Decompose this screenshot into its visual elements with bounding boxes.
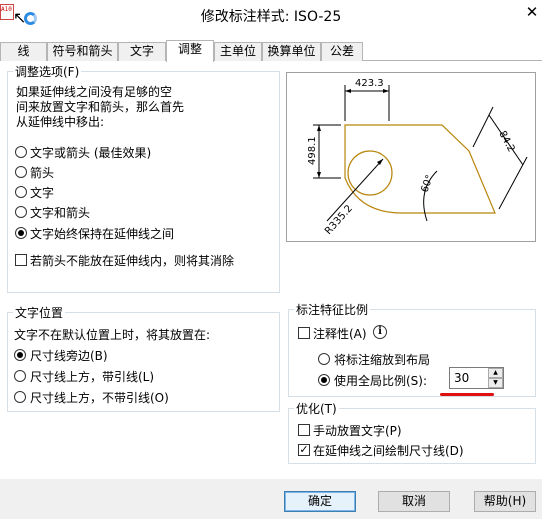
fit-options-title: 调整选项(F) bbox=[13, 63, 82, 80]
radio-keep-text-between[interactable] bbox=[15, 227, 27, 239]
window-title: 修改标注样式: ISO-25 bbox=[200, 9, 342, 25]
radio-text-and-arrows[interactable] bbox=[15, 206, 27, 218]
radio-scale-to-layout-label[interactable]: 将标注缩放到布局 bbox=[334, 351, 430, 368]
text-placement-description: 文字不在默认位置上时，将其放置在: bbox=[14, 328, 211, 342]
radio-over-without-leader[interactable] bbox=[14, 391, 26, 403]
preview-drawing: 423.3 498.1 84.2 60° R335.2 bbox=[307, 78, 528, 237]
preview-arrow-1 bbox=[345, 89, 351, 93]
draw-dim-line-checkbox[interactable]: ✓ bbox=[298, 444, 310, 456]
title-bar: A10 ↖ 修改标注样式: ISO-25 ✕ bbox=[0, 0, 542, 32]
radio-over-with-leader-label[interactable]: 尺寸线上方，带引线(L) bbox=[30, 368, 154, 385]
preview-dim-left-label: 498.1 bbox=[307, 136, 318, 165]
preview-leader-line bbox=[326, 158, 384, 222]
radio-text-and-arrows-label[interactable]: 文字和箭头 bbox=[30, 204, 90, 221]
dimension-preview: 423.3 498.1 84.2 60° R335.2 bbox=[286, 72, 536, 242]
info-icon[interactable]: i bbox=[373, 325, 387, 339]
radio-beside-dim-line[interactable] bbox=[14, 349, 26, 361]
tab-strip: 线 符号和箭头 文字 调整 主单位 换算单位 公差 bbox=[0, 40, 542, 62]
close-icon[interactable]: ✕ bbox=[522, 2, 542, 22]
tab-fit[interactable]: 调整 bbox=[166, 40, 214, 62]
annotative-checkbox[interactable] bbox=[298, 327, 310, 339]
tab-symbols-arrows[interactable]: 符号和箭头 bbox=[47, 42, 118, 61]
preview-arrow-3 bbox=[317, 125, 321, 131]
tab-lines[interactable]: 线 bbox=[0, 42, 47, 61]
preview-arrow-2 bbox=[383, 89, 389, 93]
preview-arrow-4 bbox=[317, 172, 321, 178]
red-underline-annotation bbox=[440, 393, 494, 396]
manual-text-label[interactable]: 手动放置文字(P) bbox=[313, 422, 402, 439]
radio-use-overall-scale[interactable] bbox=[318, 374, 330, 386]
tab-tolerances[interactable]: 公差 bbox=[321, 42, 363, 61]
tab-primary-units[interactable]: 主单位 bbox=[214, 42, 262, 61]
scale-title: 标注特征比例 bbox=[294, 301, 371, 318]
fit-description-line-3: 从延伸线中移出: bbox=[16, 115, 105, 129]
suppress-arrows-checkbox[interactable] bbox=[15, 254, 27, 266]
spin-down-icon[interactable]: ▼ bbox=[488, 378, 503, 388]
preview-dim-top-label: 423.3 bbox=[355, 78, 384, 89]
overall-scale-spinner[interactable]: 30 ▲ ▼ bbox=[449, 367, 504, 389]
radio-keep-text-between-label[interactable]: 文字始终保持在延伸线之间 bbox=[30, 225, 174, 242]
ok-button[interactable]: 确定 bbox=[284, 491, 356, 512]
preview-shape-outline bbox=[344, 124, 496, 214]
button-bar: 确定 取消 帮助(H) bbox=[0, 479, 542, 519]
radio-text[interactable] bbox=[15, 186, 27, 198]
cancel-button[interactable]: 取消 bbox=[378, 491, 450, 512]
radio-text-or-arrows-label[interactable]: 文字或箭头 (最佳效果) bbox=[30, 144, 151, 161]
annotative-label[interactable]: 注释性(A) bbox=[313, 325, 367, 342]
suppress-arrows-label[interactable]: 若箭头不能放在延伸线内，则将其消除 bbox=[30, 252, 234, 269]
radio-over-with-leader[interactable] bbox=[14, 370, 26, 382]
help-button[interactable]: 帮助(H) bbox=[474, 491, 536, 512]
radio-scale-to-layout[interactable] bbox=[318, 353, 330, 365]
preview-dim-right-label: 84.2 bbox=[496, 129, 516, 154]
text-placement-title: 文字位置 bbox=[13, 304, 66, 321]
preview-ext-line-5 bbox=[472, 106, 494, 148]
manual-text-checkbox[interactable] bbox=[298, 424, 310, 436]
radio-over-without-leader-label[interactable]: 尺寸线上方，不带引线(O) bbox=[30, 389, 169, 406]
spin-up-icon[interactable]: ▲ bbox=[488, 368, 503, 378]
radio-text-label[interactable]: 文字 bbox=[30, 184, 54, 201]
radio-text-or-arrows[interactable] bbox=[15, 146, 27, 158]
radio-arrows[interactable] bbox=[15, 166, 27, 178]
fine-tuning-title: 优化(T) bbox=[294, 400, 339, 417]
overall-scale-input[interactable]: 30 bbox=[454, 371, 469, 385]
tab-text[interactable]: 文字 bbox=[118, 42, 166, 61]
draw-dim-line-label[interactable]: 在延伸线之间绘制尺寸线(D) bbox=[313, 442, 464, 459]
tab-alternate-units[interactable]: 换算单位 bbox=[262, 42, 321, 61]
radio-beside-dim-line-label[interactable]: 尺寸线旁边(B) bbox=[30, 347, 108, 364]
radio-arrows-label[interactable]: 箭头 bbox=[30, 164, 54, 181]
preview-angle-label: 60° bbox=[419, 174, 435, 194]
radio-use-overall-scale-label[interactable]: 使用全局比例(S): bbox=[334, 372, 427, 389]
